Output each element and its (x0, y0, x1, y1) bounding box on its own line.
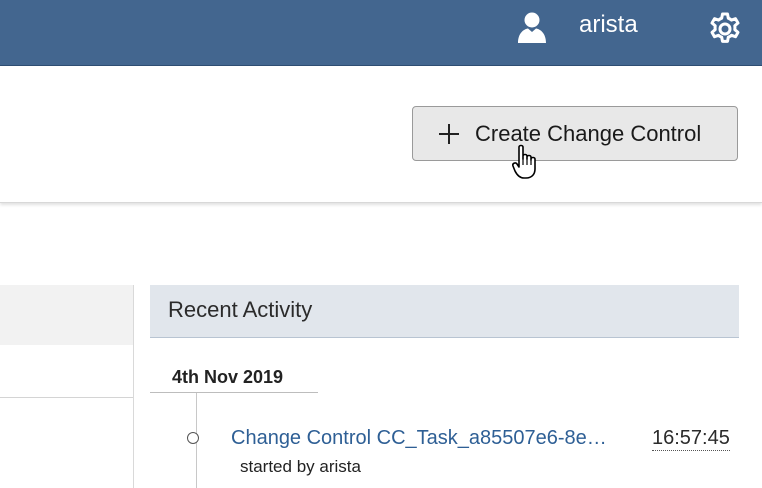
activity-item-link[interactable]: Change Control CC_Task_a85507e6-8e… (231, 426, 643, 450)
hand-pointer-cursor-icon (512, 144, 536, 179)
activity-item-time[interactable]: 16:57:45 (652, 426, 730, 451)
left-panel-header (0, 285, 133, 345)
activity-item-subtitle: started by arista (240, 457, 361, 476)
top-navigation-bar: arista (0, 0, 762, 66)
plus-icon (439, 124, 459, 144)
date-divider (150, 392, 318, 393)
recent-activity-header: Recent Activity (150, 285, 739, 338)
left-panel-divider (0, 397, 133, 398)
timeline-node-icon (187, 432, 199, 444)
activity-date-label: 4th Nov 2019 (172, 367, 284, 387)
recent-activity-title: Recent Activity (168, 297, 313, 322)
username-label[interactable]: arista (579, 11, 638, 39)
create-button-label: Create Change Control (475, 121, 702, 146)
gear-icon[interactable] (707, 11, 743, 47)
left-panel (0, 285, 134, 488)
create-change-control-button[interactable]: Create Change Control (412, 106, 738, 161)
user-icon[interactable] (517, 11, 547, 43)
